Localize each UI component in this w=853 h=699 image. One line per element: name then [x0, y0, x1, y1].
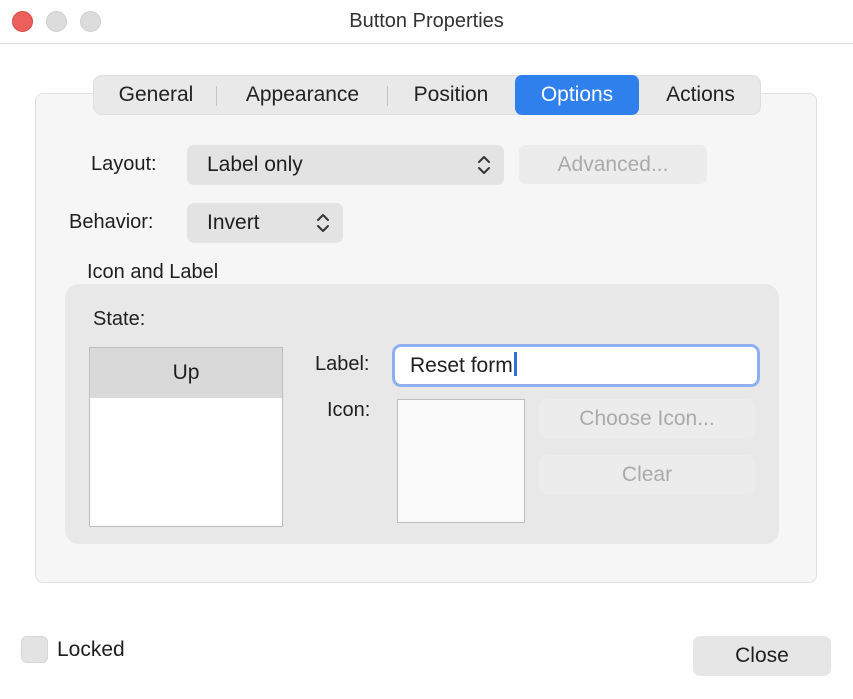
clear-button[interactable]: Clear — [539, 455, 755, 494]
behavior-popup[interactable]: Invert — [187, 203, 343, 243]
chevron-up-down-icon — [478, 156, 490, 174]
behavior-popup-value: Invert — [207, 211, 260, 234]
icon-and-label-group-title: Icon and Label — [87, 261, 219, 283]
layout-popup-value: Label only — [207, 153, 303, 176]
title-bar: Button Properties — [0, 0, 853, 44]
state-label: State: — [93, 308, 146, 330]
tab-options[interactable]: Options — [515, 75, 639, 115]
tab-bar: General Appearance Position Options Acti… — [93, 75, 761, 115]
label-input-value: Reset form — [410, 354, 513, 377]
close-button[interactable]: Close — [693, 636, 831, 676]
window-title: Button Properties — [349, 10, 504, 32]
locked-checkbox[interactable] — [21, 636, 48, 663]
state-list[interactable]: Up — [89, 347, 283, 527]
choose-icon-button[interactable]: Choose Icon... — [539, 399, 755, 438]
chevron-up-down-icon — [317, 214, 329, 232]
icon-preview-well — [397, 399, 525, 523]
locked-label: Locked — [57, 638, 125, 661]
tab-position[interactable]: Position — [391, 76, 511, 114]
tab-separator — [216, 86, 217, 106]
tab-appearance[interactable]: Appearance — [220, 76, 385, 114]
text-caret — [513, 352, 517, 377]
label-field-label: Label: — [315, 353, 370, 375]
advanced-button[interactable]: Advanced... — [519, 145, 707, 184]
label-input[interactable]: Reset form — [392, 344, 760, 387]
tab-actions[interactable]: Actions — [643, 76, 758, 114]
tab-general[interactable]: General — [96, 76, 216, 114]
layout-popup[interactable]: Label only — [187, 145, 504, 185]
state-list-item-up[interactable]: Up — [90, 348, 282, 398]
layout-label: Layout: — [91, 153, 157, 175]
tab-separator — [387, 86, 388, 106]
icon-field-label: Icon: — [327, 399, 371, 421]
behavior-label: Behavior: — [69, 211, 154, 233]
